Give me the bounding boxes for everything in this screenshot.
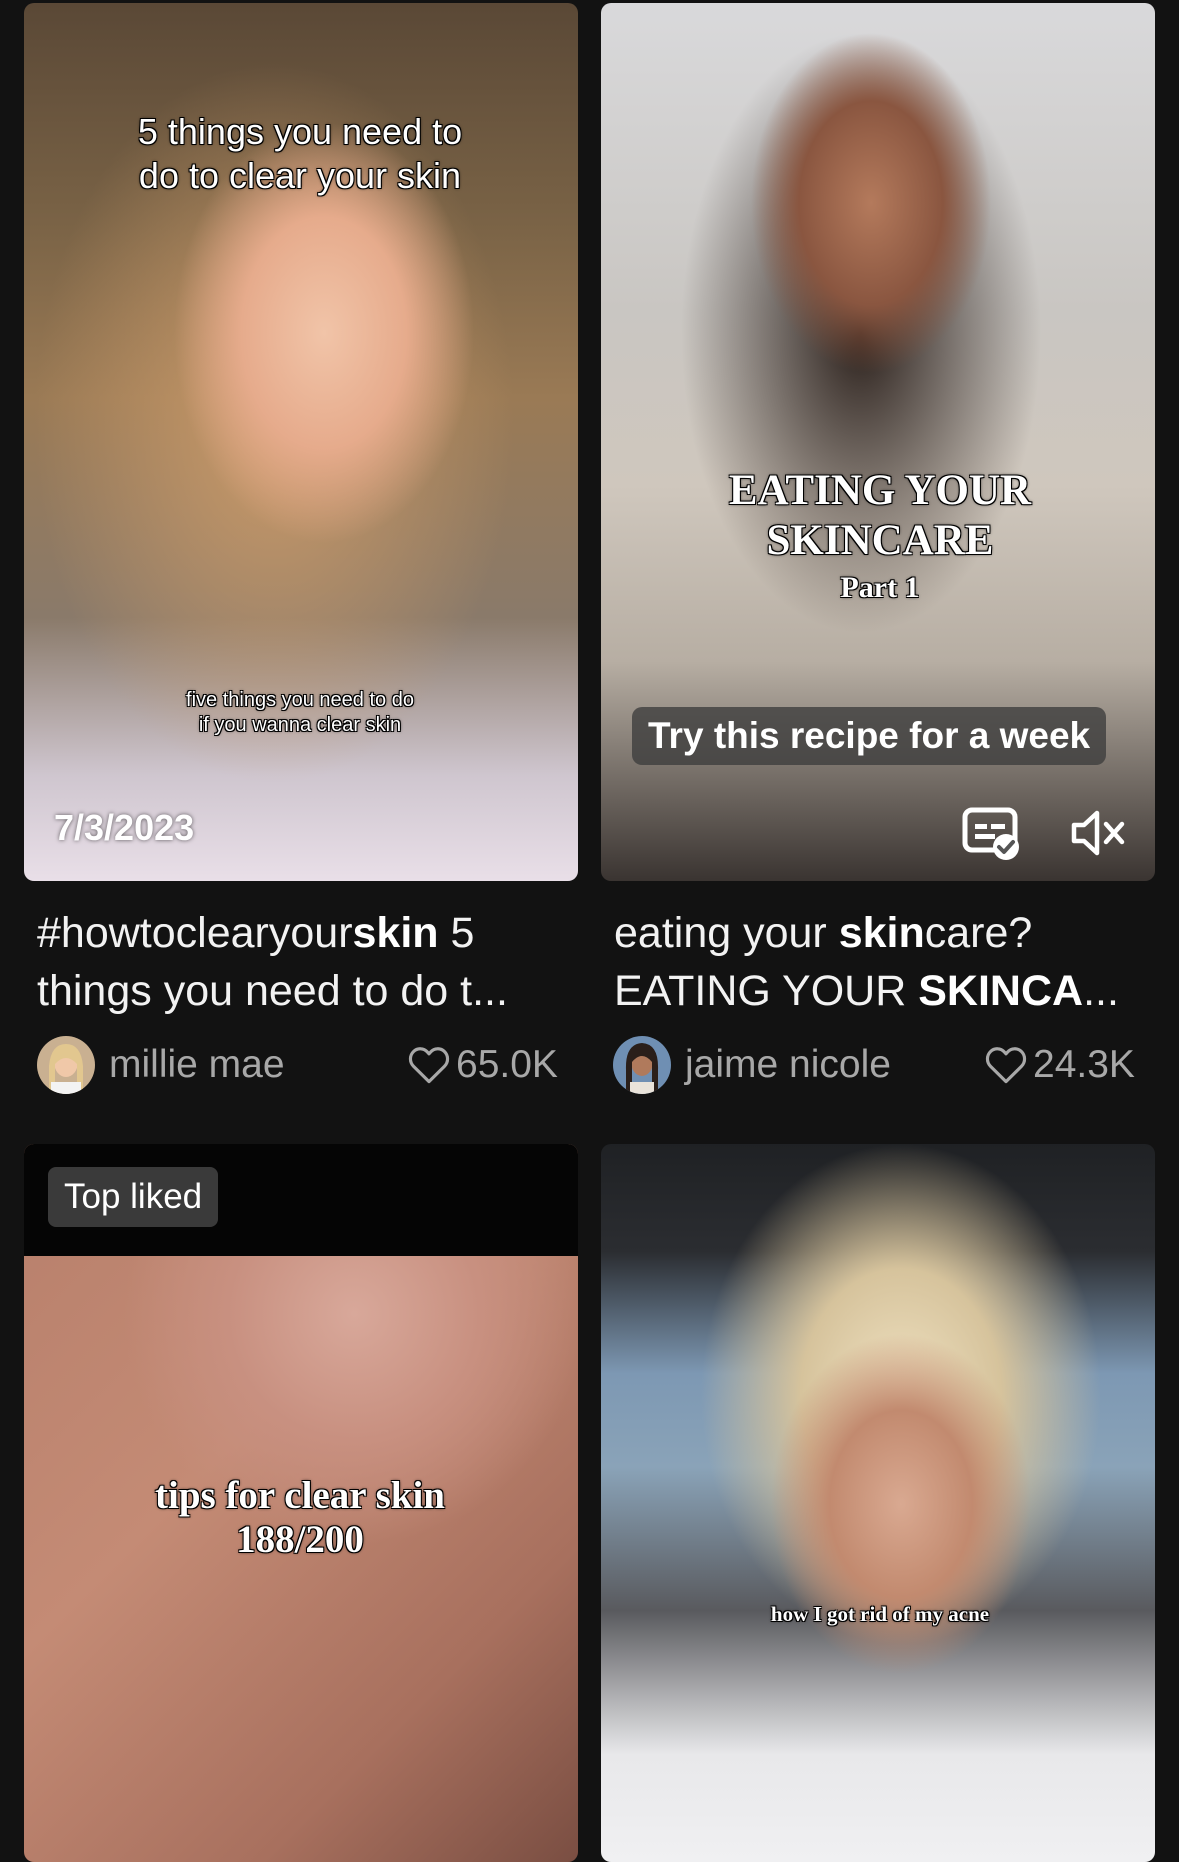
author-name[interactable]: jaime nicole	[685, 1043, 891, 1087]
video-date: 7/3/2023	[54, 807, 195, 848]
overlay-title-3: tips for clear skin 188/200	[155, 1474, 445, 1561]
video-caption-2[interactable]: eating your skincare? EATING YOUR SKINCA…	[614, 904, 1154, 1020]
video-grid: 5 things you need to do to clear your sk…	[0, 0, 1179, 1862]
author-row-2[interactable]: jaime nicole	[613, 1035, 891, 1095]
top-liked-badge: Top liked	[48, 1167, 219, 1227]
like-count-2: 24.3K	[985, 1037, 1135, 1093]
mute-icon[interactable]	[1070, 808, 1130, 863]
overlay-subtitle-1: five things you need to do if you wanna …	[186, 689, 414, 736]
overlay-banner: Try this recipe for a week	[632, 707, 1107, 765]
video-thumbnail-4[interactable]	[601, 1144, 1155, 1862]
overlay-title-1: 5 things you need to do to clear your sk…	[137, 111, 463, 196]
video-caption-1[interactable]: #howtoclearyourskin 5 things you need to…	[37, 904, 577, 1020]
captions-icon[interactable]	[962, 806, 1022, 865]
overlay-title-4: how I got rid of my acne	[770, 1602, 990, 1626]
author-name[interactable]: millie mae	[109, 1043, 285, 1087]
heart-icon	[985, 1047, 1027, 1084]
author-row-1[interactable]: millie mae	[37, 1035, 285, 1095]
avatar[interactable]	[37, 1036, 95, 1094]
avatar[interactable]	[613, 1036, 671, 1094]
like-count-1: 65.0K	[408, 1037, 558, 1093]
overlay-title-2: EATING YOUR SKINCARE Part 1	[728, 467, 1032, 604]
heart-icon	[408, 1047, 450, 1084]
